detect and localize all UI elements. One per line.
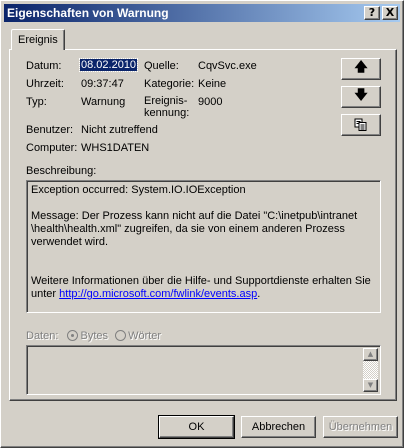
ok-button[interactable]: OK [158, 415, 235, 439]
benutzer-value: Nicht zutreffend [81, 124, 158, 136]
datum-value[interactable]: 08.02.2010 [78, 58, 139, 72]
typ-label: Typ: [26, 96, 47, 108]
ereignis-value: 9000 [198, 96, 223, 108]
uhrzeit-value: 09:37:47 [81, 78, 124, 90]
datum-label: Datum: [26, 60, 62, 72]
title-bar[interactable]: Eigenschaften von Warnung ? X [4, 4, 400, 22]
bytes-option[interactable]: Bytes [67, 330, 108, 342]
ereignis-label-line2: kennung: [144, 107, 190, 119]
description-line-more-info: Weitere Informationen über die Hilfe- un… [31, 275, 376, 301]
computer-value: WHS1DATEN [81, 142, 150, 154]
typ-value: Warnung [81, 96, 126, 108]
copy-icon [354, 118, 367, 131]
next-event-button[interactable]: 🡇 [341, 86, 381, 108]
words-radio[interactable] [115, 330, 127, 341]
window-title: Eigenschaften von Warnung [7, 6, 169, 20]
description-textbox[interactable]: Exception occurred: System.IO.IOExceptio… [26, 180, 381, 313]
data-label: Daten: [26, 330, 59, 342]
scroll-up-button[interactable]: ▲ [363, 348, 378, 361]
datum-value-text: 08.02.2010 [78, 58, 139, 72]
quelle-label: Quelle: [144, 60, 179, 72]
kategorie-value: Keine [198, 78, 227, 90]
properties-dialog: Eigenschaften von Warnung ? X Ereignis D… [0, 0, 404, 448]
down-arrow-icon: 🡇 [354, 88, 368, 103]
computer-label: Computer: [26, 142, 78, 154]
scroll-down-button[interactable]: ▼ [363, 379, 378, 392]
apply-button[interactable]: Übernehmen [323, 416, 398, 438]
data-textbox[interactable]: ▲ ▼ [26, 345, 381, 395]
help-link[interactable]: http://go.microsoft.com/fwlink/events.as… [59, 288, 257, 300]
help-button[interactable]: ? [364, 6, 380, 20]
description-line-message: Message: Der Prozess kann nicht auf die … [31, 210, 358, 248]
copy-button[interactable] [341, 114, 381, 136]
tab-ereignis[interactable]: Ereignis [11, 29, 65, 50]
quelle-value: CqvSvc.exe [198, 60, 257, 72]
more-info-suffix: . [257, 288, 261, 300]
description-label: Beschreibung: [26, 165, 97, 177]
words-option[interactable]: Wörter [115, 330, 161, 342]
kategorie-label: Kategorie: [144, 78, 195, 90]
uhrzeit-label: Uhrzeit: [26, 78, 64, 90]
previous-event-button[interactable]: 🡅 [341, 58, 381, 80]
bytes-radio[interactable] [67, 330, 79, 341]
description-line-exception: Exception occurred: System.IO.IOExceptio… [31, 184, 246, 196]
bytes-label: Bytes [80, 330, 108, 342]
data-format-row: Daten: Bytes Wörter [26, 330, 161, 342]
tab-ereignis-label: Ereignis [18, 34, 58, 46]
close-button[interactable]: X [382, 6, 398, 20]
data-scrollbar[interactable]: ▲ ▼ [363, 348, 378, 392]
ereignis-label-line1: Ereignis- [144, 95, 188, 107]
words-label: Wörter [128, 330, 162, 342]
up-arrow-icon: 🡅 [354, 60, 368, 75]
benutzer-label: Benutzer: [26, 124, 74, 136]
cancel-button[interactable]: Abbrechen [241, 416, 316, 438]
